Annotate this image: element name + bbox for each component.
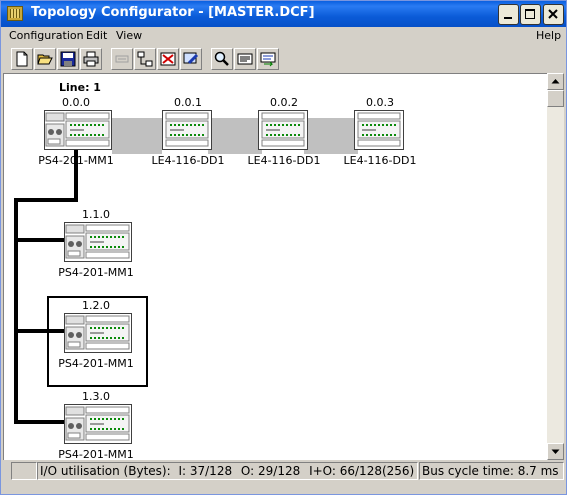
bus-line — [14, 420, 64, 424]
close-button[interactable] — [543, 4, 564, 25]
application-window: Topology Configurator - [MASTER.DCF] Con… — [0, 0, 567, 495]
io-module-icon — [354, 110, 404, 150]
new-button[interactable] — [11, 48, 33, 70]
station-name: LE4-116-DD1 — [151, 154, 225, 167]
station-address: 0.0.2 — [270, 96, 298, 109]
toolbar — [1, 46, 566, 72]
scroll-down-icon — [551, 449, 560, 454]
plc-module-icon — [64, 404, 132, 444]
station-name: LE4-116-DD1 — [343, 154, 417, 167]
topology-canvas[interactable]: Line: 1 0.0.0 PS4-201-MM1 — [3, 73, 548, 460]
vertical-scrollbar[interactable] — [547, 73, 564, 460]
print-icon — [83, 51, 99, 67]
station-name: PS4-201-MM1 — [58, 448, 134, 460]
window-title: Topology Configurator - [MASTER.DCF] — [31, 5, 315, 20]
plc-module-icon — [64, 222, 132, 262]
io-utilisation-label: I/O utilisation (Bytes): — [40, 464, 171, 478]
title-bar[interactable]: Topology Configurator - [MASTER.DCF] — [1, 1, 566, 27]
show-list-button[interactable] — [234, 48, 256, 70]
station-name: PS4-201-MM1 — [58, 357, 134, 370]
bus-cycle-panel: Bus cycle time: 8.7 ms — [419, 462, 564, 480]
insert-module-icon — [137, 51, 153, 67]
find-icon — [214, 51, 229, 66]
status-bar: I/O utilisation (Bytes): I: 37/128 O: 29… — [1, 460, 566, 482]
delete-button[interactable] — [157, 48, 179, 70]
bus-line — [14, 198, 78, 202]
total-io-usage: I+O: 66/128(256) — [309, 464, 415, 478]
plc-module-icon — [44, 110, 112, 150]
io-module-icon — [258, 110, 308, 150]
plc-module-icon — [64, 313, 132, 353]
station-address: 0.0.3 — [366, 96, 394, 109]
insert-station-button[interactable] — [111, 48, 133, 70]
save-button[interactable] — [57, 48, 79, 70]
station-name: PS4-201-MM1 — [58, 266, 134, 279]
bus-cycle-time: Bus cycle time: 8.7 ms — [422, 464, 559, 478]
menu-view[interactable]: View — [116, 29, 142, 42]
scroll-up-button[interactable] — [547, 73, 564, 90]
station-address: 0.0.1 — [174, 96, 202, 109]
menu-bar: Configuration Edit View Help — [1, 27, 566, 45]
minimize-button[interactable] — [498, 4, 519, 25]
insert-module-button[interactable] — [134, 48, 156, 70]
menu-help[interactable]: Help — [536, 29, 561, 42]
station-address: 1.1.0 — [82, 208, 110, 221]
edit-parameters-icon — [183, 52, 199, 65]
delete-icon — [160, 52, 176, 66]
show-list-icon — [237, 53, 253, 65]
print-button[interactable] — [80, 48, 102, 70]
scroll-up-icon — [551, 79, 560, 84]
bus-line — [14, 238, 64, 242]
bus-segment — [112, 118, 162, 154]
station-address: 1.2.0 — [82, 299, 110, 312]
app-icon — [7, 6, 23, 21]
station-name: LE4-116-DD1 — [247, 154, 321, 167]
bus-line — [74, 150, 78, 200]
io-module-icon — [162, 110, 212, 150]
new-file-icon — [16, 51, 28, 67]
edit-parameters-button[interactable] — [180, 48, 202, 70]
minimize-icon — [504, 17, 512, 19]
scroll-thumb[interactable] — [547, 90, 564, 107]
maximize-icon — [525, 9, 535, 19]
maximize-button[interactable] — [520, 4, 541, 25]
find-button[interactable] — [211, 48, 233, 70]
menu-edit[interactable]: Edit — [86, 29, 107, 42]
status-panel-empty — [11, 462, 37, 480]
insert-station-icon — [115, 55, 129, 63]
input-usage: I: 37/128 — [178, 464, 233, 478]
line-label: Line: 1 — [59, 81, 101, 94]
transfer-icon — [260, 52, 276, 67]
open-folder-icon — [37, 54, 53, 65]
transfer-button[interactable] — [257, 48, 279, 70]
scroll-down-button[interactable] — [547, 443, 564, 460]
close-icon — [548, 9, 558, 19]
output-usage: O: 29/128 — [240, 464, 301, 478]
save-icon — [60, 51, 76, 67]
bus-line — [14, 198, 18, 424]
open-button[interactable] — [34, 48, 56, 70]
io-utilisation-panel: I/O utilisation (Bytes): I: 37/128 O: 29… — [37, 462, 418, 480]
station-address: 0.0.0 — [62, 96, 90, 109]
bus-segment — [208, 118, 262, 154]
bus-segment — [304, 118, 358, 154]
station-address: 1.3.0 — [82, 390, 110, 403]
menu-configuration[interactable]: Configuration — [9, 29, 84, 42]
